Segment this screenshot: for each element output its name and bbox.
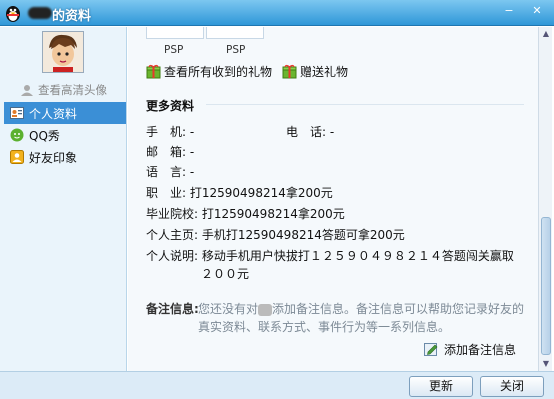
gift-thumbnail[interactable]: [206, 27, 264, 39]
qq-show-icon: [10, 128, 24, 142]
view-hd-avatar-label: 查看高清头像: [38, 83, 107, 97]
homepage-label: 个人主页:: [146, 228, 199, 242]
phone-value: -: [189, 125, 195, 139]
sidebar: 查看高清头像 个人资料 QQ秀 好友印象: [0, 27, 127, 371]
school-row: 毕业院校: 打12590498214拿200元: [146, 205, 345, 222]
sidebar-item-friend-impression[interactable]: 好友印象: [4, 146, 126, 168]
sidebar-item-label: 好友印象: [29, 150, 78, 165]
view-hd-avatar-link[interactable]: 查看高清头像: [20, 82, 107, 98]
section-divider: [206, 104, 524, 105]
description-value-continued: ２００元: [201, 267, 250, 281]
blurred-nickname: [28, 7, 52, 19]
tel-row: 电 话: -: [286, 123, 334, 140]
send-gift-label: 赠送礼物: [300, 65, 349, 79]
close-icon[interactable]: ✕: [526, 2, 548, 20]
gift-icon: [282, 64, 297, 79]
sidebar-item-profile[interactable]: 个人资料: [4, 102, 126, 124]
refresh-button[interactable]: 更新: [409, 376, 473, 397]
button-bar: 更新 关闭: [0, 371, 554, 399]
profile-content: PSP PSP 查看所有收到的礼物 赠送礼物 更多资料 手 机: - 电 话: …: [128, 27, 538, 371]
qq-penguin-icon: [6, 6, 20, 22]
window-title: 的资料: [52, 9, 92, 24]
gift-label: PSP: [226, 44, 246, 56]
avatar[interactable]: [42, 31, 84, 73]
minimize-icon[interactable]: −: [498, 2, 520, 20]
school-value: 打12590498214拿200元: [201, 207, 345, 221]
description-label: 个人说明:: [146, 249, 199, 263]
tel-label: 电 话:: [286, 125, 327, 139]
send-gift-link[interactable]: 赠送礼物: [282, 63, 348, 80]
email-label: 邮 箱:: [146, 145, 187, 159]
profile-card-icon: [10, 107, 24, 119]
sidebar-item-label: QQ秀: [29, 128, 60, 143]
add-remark-link[interactable]: 添加备注信息: [424, 341, 516, 358]
phone-label: 手 机:: [146, 125, 187, 139]
add-remark-label: 添加备注信息: [444, 343, 517, 357]
remark-text: 您还没有对 添加备注信息。备注信息可以帮助您记录好友的真实资料、联系方式、事件行为…: [198, 300, 528, 336]
email-value: -: [189, 145, 195, 159]
email-row: 邮 箱: -: [146, 143, 194, 160]
close-button[interactable]: 关闭: [480, 376, 544, 397]
friend-impression-icon: [10, 150, 24, 164]
job-row: 职 业: 打12590498214拿200元: [146, 184, 333, 201]
view-all-gifts-link[interactable]: 查看所有收到的礼物: [146, 63, 272, 80]
job-label: 职 业:: [146, 186, 187, 200]
content-scrollbar[interactable]: ▲ ▼: [538, 27, 552, 371]
job-value: 打12590498214拿200元: [189, 186, 333, 200]
homepage-row: 个人主页: 手机打12590498214答题可拿200元: [146, 226, 405, 243]
tel-value: -: [329, 125, 335, 139]
school-label: 毕业院校:: [146, 207, 199, 221]
blurred-nickname: [258, 303, 273, 316]
language-row: 语 言: -: [146, 163, 194, 180]
description-value: 移动手机用户快拔打１２５９０４９８２１４答题闯关赢取: [201, 249, 514, 263]
remark-text-pre: 您还没有对: [198, 302, 259, 316]
description-row: 个人说明: 移动手机用户快拔打１２５９０４９８２１４答题闯关赢取: [146, 247, 514, 264]
scrollbar-thumb[interactable]: [541, 217, 551, 355]
gift-icon: [146, 64, 161, 79]
gift-actions: 查看所有收到的礼物 赠送礼物: [146, 63, 348, 80]
language-label: 语 言:: [146, 165, 187, 179]
avatar-image: [43, 32, 83, 72]
title-bar: 的资料 − ✕: [0, 0, 554, 26]
sidebar-item-label: 个人资料: [29, 106, 78, 121]
section-title: 更多资料: [146, 99, 195, 113]
gift-label: PSP: [164, 44, 184, 56]
description-row-continued: ２００元: [201, 265, 249, 282]
sidebar-item-qq-show[interactable]: QQ秀: [4, 124, 126, 146]
scroll-down-icon[interactable]: ▼: [539, 357, 553, 371]
view-all-gifts-label: 查看所有收到的礼物: [164, 65, 273, 79]
language-value: -: [189, 165, 195, 179]
edit-note-icon: [424, 342, 438, 356]
remark-label: 备注信息:: [146, 302, 199, 316]
scroll-up-icon[interactable]: ▲: [539, 27, 553, 41]
homepage-value[interactable]: 手机打12590498214答题可拿200元: [202, 228, 405, 242]
user-icon: [21, 85, 33, 96]
gift-thumbnail[interactable]: [146, 27, 204, 39]
phone-row: 手 机: -: [146, 123, 194, 140]
